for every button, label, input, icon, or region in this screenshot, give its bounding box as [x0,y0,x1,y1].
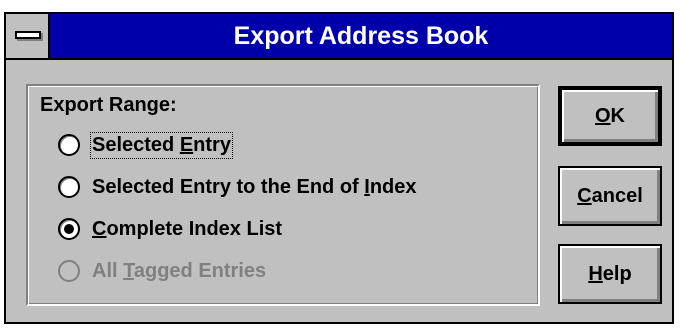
window-title: Export Address Book [233,22,489,50]
radio-selected-entry-to-end[interactable]: Selected Entry to the End of Index [58,172,417,202]
help-button[interactable]: Help [558,244,662,304]
cancel-button[interactable]: Cancel [558,166,662,226]
export-range-group: Export Range: Selected Entry Selected En… [26,84,540,306]
title-bar: Export Address Book [6,14,672,60]
export-address-book-dialog: Export Address Book Export Range: Select… [4,12,674,324]
radio-button-checked-icon[interactable] [58,218,80,240]
radio-complete-index-list[interactable]: Complete Index List [58,214,282,244]
radio-selected-entry[interactable]: Selected Entry [58,130,233,160]
export-range-label: Export Range: [40,94,177,116]
radio-label: Selected Entry to the End of Index [92,175,417,198]
system-menu-icon [15,31,41,39]
radio-button-disabled-icon [58,260,80,282]
radio-all-tagged-entries: All Tagged Entries [58,256,266,286]
radio-button-icon[interactable] [58,134,80,156]
radio-button-icon[interactable] [58,176,80,198]
ok-button[interactable]: OK [558,86,662,146]
radio-label: Selected Entry [90,131,233,159]
radio-label: Complete Index List [92,217,283,240]
radio-label: All Tagged Entries [92,259,267,282]
system-menu-button[interactable] [6,14,50,58]
